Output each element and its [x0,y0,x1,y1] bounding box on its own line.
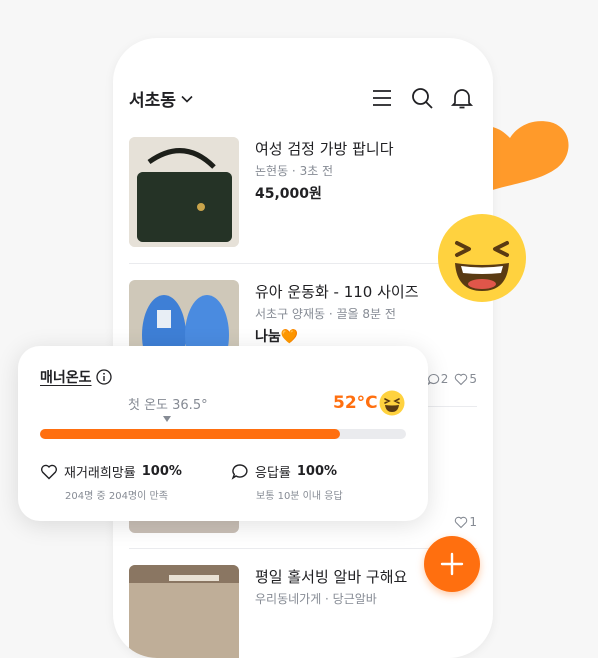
manner-title-label: 매너온도 [40,370,92,386]
divider [129,263,477,264]
heart-icon [40,464,58,479]
heart-icon [455,373,468,385]
location-label: 서초동 [129,91,176,111]
divider [129,548,477,549]
repurchase-stat: 재거래희망률 100% [40,462,182,481]
plus-icon [440,552,464,576]
chevron-down-icon [181,95,193,103]
repurchase-value: 100% [141,464,182,479]
smile-face-icon [379,390,405,416]
temperature-bar [40,429,406,439]
temperature-value: 52°C [333,393,378,413]
item-price: 45,000원 [255,186,322,202]
laugh-emoji-icon [438,214,526,302]
item-price: 나눔🧡 [255,329,299,345]
top-bar: 서초동 [113,83,493,113]
location-selector[interactable]: 서초동 [129,86,194,111]
like-count: 5 [469,372,477,386]
product-thumbnail [129,565,239,658]
list-item[interactable]: 여성 검정 가방 팝니다 논현동 · 3초 전 45,000원 [129,137,477,247]
item-title: 여성 검정 가방 팝니다 [255,140,394,158]
item-counts: 2 5 [426,372,477,386]
temperature-bar-fill [40,429,341,439]
response-sub: 보통 10분 이내 응답 [256,491,343,502]
add-post-button[interactable] [424,536,480,592]
search-icon[interactable] [409,85,435,111]
repurchase-label: 재거래희망률 [64,466,136,481]
product-thumbnail [129,137,239,247]
manner-temperature-card: 매너온도 첫 온도 36.5° 52°C 재거래희망률 100% 204명 중 … [18,346,428,521]
item-meta: 우리동네가게 · 당근알바 [255,592,377,606]
item-meta: 서초구 양재동 · 끌올 8분 전 [255,307,396,321]
list-item[interactable]: 평일 홀서빙 알바 구해요 우리동네가게 · 당근알바 [129,565,477,658]
chat-icon [231,464,248,480]
bell-icon[interactable] [449,85,475,111]
item-counts: 1 [454,515,477,529]
first-temperature: 첫 온도 36.5° [128,398,208,413]
item-meta: 논현동 · 3초 전 [255,164,334,178]
info-icon[interactable] [95,369,112,385]
chat-count: 2 [440,372,449,386]
first-temperature-marker [163,416,171,422]
response-label: 응답률 [255,466,291,481]
like-count: 1 [469,515,477,529]
manner-title[interactable]: 매너온도 [40,367,112,387]
response-stat: 응답률 100% [231,462,337,481]
chat-icon [426,373,439,386]
repurchase-sub: 204명 중 204명이 만족 [65,491,168,502]
current-temperature: 52°C [333,393,378,413]
menu-icon[interactable] [369,85,395,111]
heart-icon [455,516,468,528]
response-value: 100% [296,464,338,479]
